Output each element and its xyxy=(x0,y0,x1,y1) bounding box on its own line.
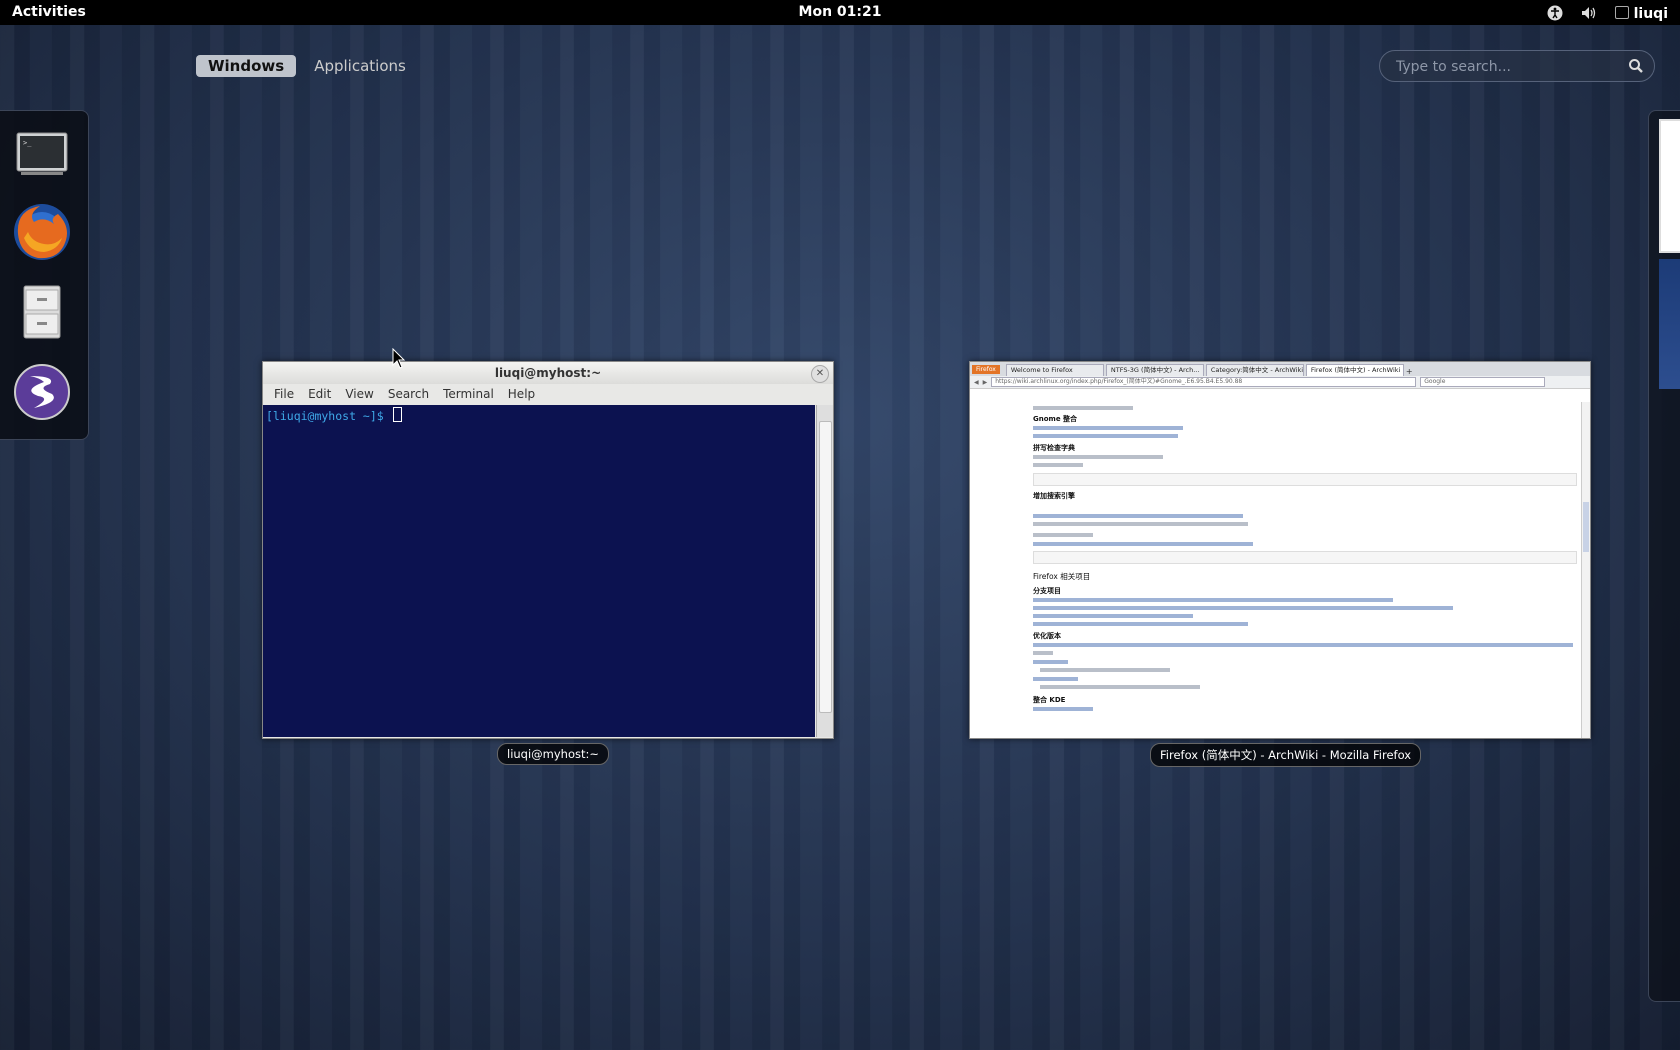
text-line xyxy=(1033,606,1453,610)
section-heading: 增加搜索引擎 xyxy=(1033,492,1075,500)
text-line xyxy=(1033,651,1053,655)
section-heading: 分支项目 xyxy=(1033,587,1061,595)
terminal-window[interactable]: liuqi@myhost:~ ✕ File Edit View Search T… xyxy=(262,361,834,739)
workspace-thumbnail-empty[interactable] xyxy=(1659,259,1680,389)
browser-tab[interactable]: NTFS-3G (简体中文) - Arch... xyxy=(1105,364,1204,376)
user-status-icon xyxy=(1614,6,1629,19)
text-line xyxy=(1033,643,1573,647)
url-bar[interactable]: https://wiki.archlinux.org/index.php/Fir… xyxy=(991,377,1417,387)
menu-search[interactable]: Search xyxy=(381,384,436,404)
user-menu[interactable]: liuqi xyxy=(1614,3,1668,22)
tab-applications[interactable]: Applications xyxy=(302,55,418,77)
browser-tab-active[interactable]: Firefox (简体中文) - ArchWiki xyxy=(1305,364,1404,376)
text-line xyxy=(1033,677,1078,681)
svg-text:>_: >_ xyxy=(23,139,32,147)
text-line xyxy=(1033,455,1163,459)
text-line xyxy=(1033,660,1068,664)
terminal-prompt: [liuqi@myhost ~]$ xyxy=(266,409,391,423)
scrollbar-thumb[interactable] xyxy=(1583,502,1589,552)
section-heading: 优化版本 xyxy=(1033,632,1061,640)
new-tab-icon[interactable]: + xyxy=(1406,367,1413,376)
text-line xyxy=(1040,685,1200,689)
volume-icon[interactable] xyxy=(1581,5,1597,21)
system-tray: liuqi xyxy=(1547,3,1668,22)
back-icon[interactable]: ◀ xyxy=(974,379,979,386)
menu-view[interactable]: View xyxy=(338,384,380,404)
forward-icon[interactable]: ▶ xyxy=(983,379,988,386)
browser-tab[interactable]: Welcome to Firefox xyxy=(1005,364,1104,376)
menu-file[interactable]: File xyxy=(267,384,301,404)
text-line xyxy=(1033,522,1248,526)
section-heading: Firefox 相关项目 xyxy=(1033,572,1091,581)
workspace-switcher xyxy=(1648,110,1680,1002)
dash-firefox[interactable] xyxy=(8,197,76,267)
close-icon[interactable]: ✕ xyxy=(811,365,829,383)
text-line xyxy=(1033,598,1393,602)
dash-terminal[interactable]: >_ xyxy=(8,119,76,189)
terminal-scrollbar[interactable] xyxy=(816,405,833,737)
menu-edit[interactable]: Edit xyxy=(301,384,338,404)
text-line xyxy=(1033,533,1093,537)
emacs-icon xyxy=(14,364,70,420)
web-search-field[interactable]: Google xyxy=(1420,377,1546,387)
section-heading: 整合 KDE xyxy=(1033,696,1066,704)
text-line xyxy=(1033,406,1133,410)
text-line xyxy=(1033,426,1183,430)
dash: >_ xyxy=(0,110,89,440)
tab-windows[interactable]: Windows xyxy=(196,55,297,77)
firefox-window[interactable]: Firefox Welcome to Firefox NTFS-3G (简体中文… xyxy=(969,361,1591,739)
text-line xyxy=(1033,463,1083,467)
terminal-output[interactable]: [liuqi@myhost ~]$ xyxy=(263,405,815,737)
accessibility-icon[interactable] xyxy=(1547,5,1563,21)
view-selector: Windows Applications xyxy=(196,55,418,77)
terminal-title: liuqi@myhost:~ xyxy=(263,362,833,384)
text-line xyxy=(1033,707,1093,711)
browser-tab[interactable]: Category:简体中文 - ArchWiki xyxy=(1205,364,1304,376)
text-line xyxy=(1033,614,1193,618)
activities-button[interactable]: Activities xyxy=(12,4,86,20)
firefox-caption[interactable]: Firefox (简体中文) - ArchWiki - Mozilla Fire… xyxy=(1150,743,1422,767)
search-box xyxy=(1379,50,1655,82)
text-cursor xyxy=(392,407,402,422)
terminal-icon: >_ xyxy=(16,132,68,175)
page-content: Gnome 整合 拼写检查字典 增加搜索引擎 Firefox 相关项目 分支项目… xyxy=(970,402,1590,738)
firefox-icon xyxy=(14,204,70,260)
terminal-caption[interactable]: liuqi@myhost:~ xyxy=(497,743,610,765)
text-line xyxy=(1033,542,1253,546)
text-line xyxy=(1033,622,1248,626)
scrollbar-thumb[interactable] xyxy=(819,421,832,713)
search-icon xyxy=(1629,59,1643,73)
firefox-navbar: ◀ ▶ https://wiki.archlinux.org/index.php… xyxy=(970,376,1590,389)
file-cabinet-icon xyxy=(23,285,61,339)
firefox-menu-button[interactable]: Firefox xyxy=(972,364,1000,374)
menu-help[interactable]: Help xyxy=(501,384,542,404)
text-line xyxy=(1033,514,1243,518)
clock: Mon 01:21 xyxy=(0,4,1680,20)
text-line xyxy=(1033,434,1178,438)
code-block xyxy=(1033,551,1577,564)
firefox-tabbar: Firefox Welcome to Firefox NTFS-3G (简体中文… xyxy=(970,362,1590,376)
terminal-menubar: File Edit View Search Terminal Help xyxy=(263,384,833,404)
mouse-pointer-icon xyxy=(392,348,406,369)
username: liuqi xyxy=(1633,6,1668,22)
workspace-thumbnail[interactable] xyxy=(1659,119,1680,253)
search-input[interactable] xyxy=(1394,56,1618,78)
text-line xyxy=(1040,668,1170,672)
top-bar: Activities Mon 01:21 liuqi xyxy=(0,0,1680,25)
dash-files[interactable] xyxy=(8,277,76,347)
dash-emacs[interactable] xyxy=(8,357,76,427)
section-heading: 拼写检查字典 xyxy=(1033,444,1075,452)
firefox-scrollbar[interactable] xyxy=(1581,402,1590,738)
clock-label[interactable]: Mon 01:21 xyxy=(799,4,882,20)
section-heading: Gnome 整合 xyxy=(1033,415,1078,423)
menu-terminal[interactable]: Terminal xyxy=(436,384,501,404)
code-block xyxy=(1033,473,1577,486)
